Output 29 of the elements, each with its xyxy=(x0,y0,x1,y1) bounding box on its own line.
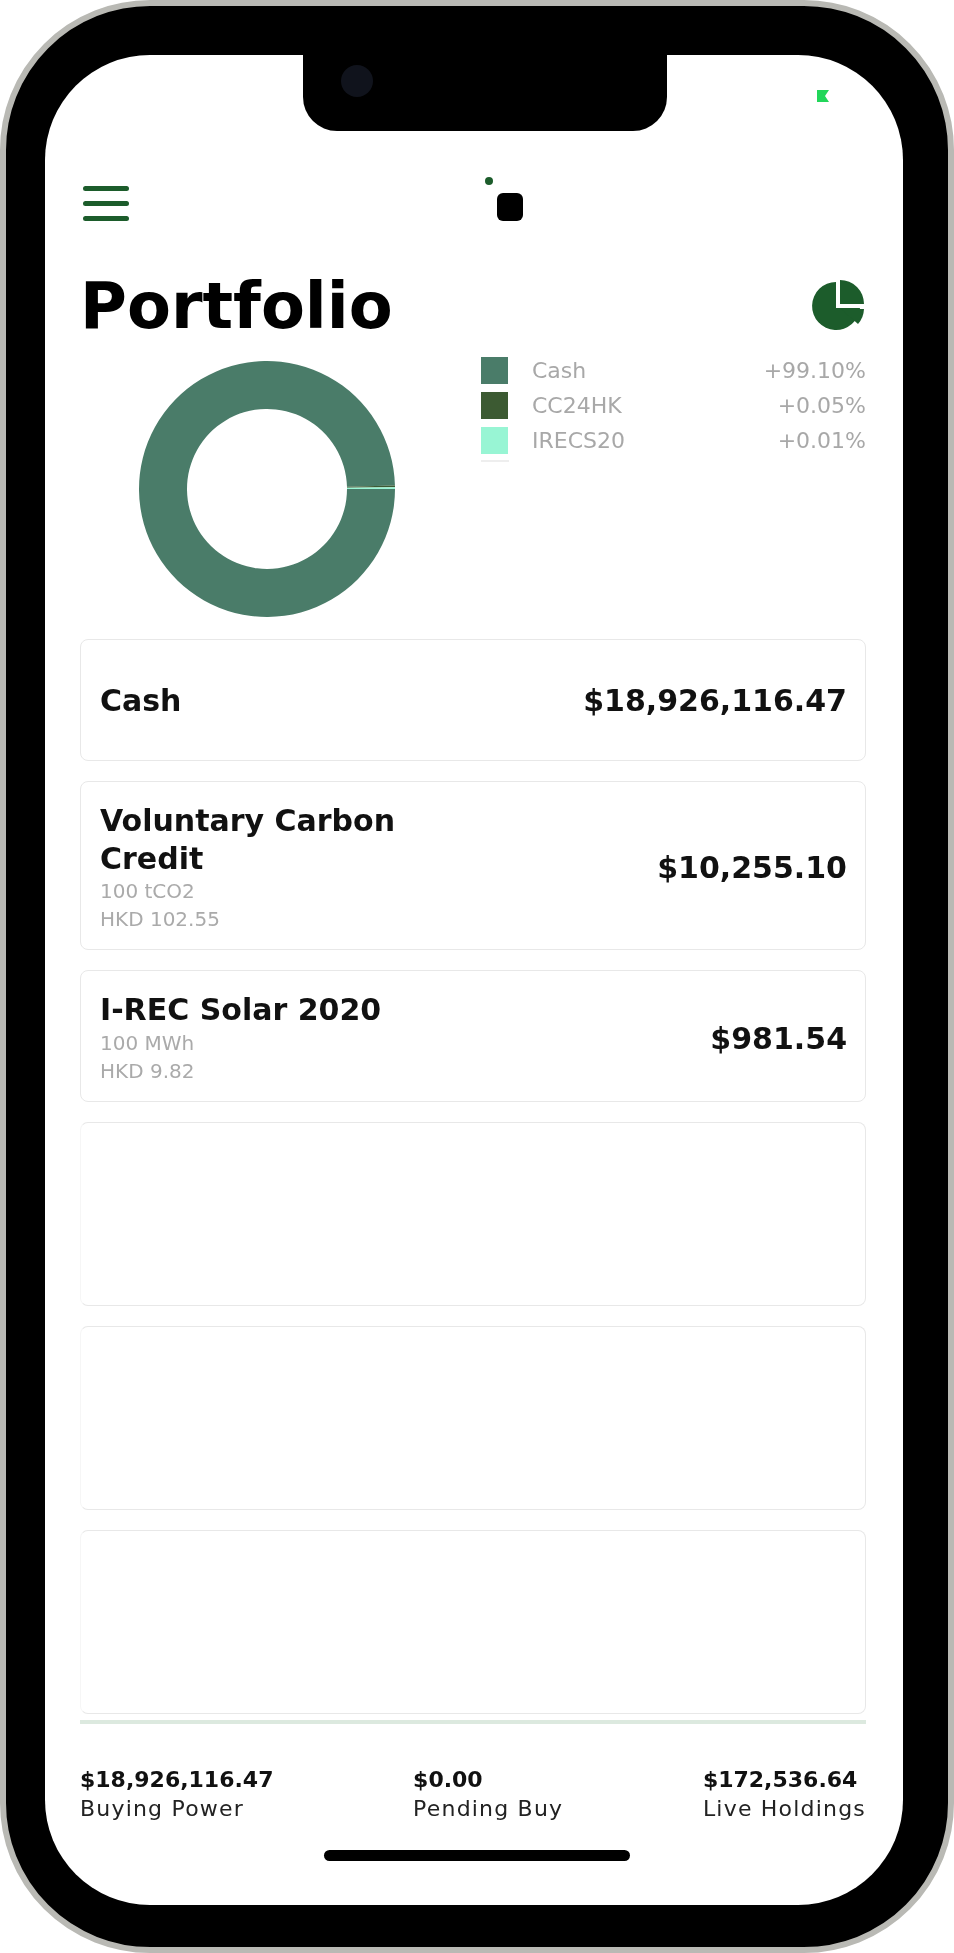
legend-value: +0.01% xyxy=(777,428,866,454)
summary-label: Live Holdings xyxy=(702,1795,866,1821)
summary-amount: $0.00 xyxy=(413,1766,484,1792)
legend-label: CC24HK xyxy=(532,393,623,419)
holding-quantity: 100 tCO2 xyxy=(100,878,196,906)
holding-name: Cash xyxy=(100,681,182,720)
holding-card[interactable]: Cash $18,926,116.47 xyxy=(80,639,866,762)
legend-label: IRECS20 xyxy=(532,428,626,454)
holding-value: $10,255.10 xyxy=(657,850,847,886)
holding-card[interactable]: I-REC Solar 2020 100 MWh HKD 9.82 $981.54 xyxy=(80,970,866,1102)
legend-label: Cash xyxy=(532,358,588,384)
holding-name: I-REC Solar 2020 xyxy=(100,991,382,1029)
camera-icon xyxy=(341,65,373,97)
summary-amount: $172,536.64 xyxy=(702,1766,859,1792)
summary-amount: $18,926,116.47 xyxy=(80,1766,274,1792)
holding-value: $18,926,116.47 xyxy=(583,682,847,718)
holding-card[interactable]: Voluntary Carbon Credit 100 tCO2 HKD 102.55 $10,255.10 xyxy=(80,781,866,951)
holding-price: HKD 9.82 xyxy=(100,1057,196,1085)
menu-icon[interactable] xyxy=(83,184,129,224)
holding-value: $981.54 xyxy=(710,1020,847,1056)
logo-icon xyxy=(485,177,525,223)
holding-price: HKD 102.55 xyxy=(100,906,221,934)
summary-label: Buying Power xyxy=(80,1795,245,1821)
legend-value: +99.10% xyxy=(763,358,866,384)
legend-value: +0.05% xyxy=(777,393,866,419)
page-title: Portfolio xyxy=(80,271,393,342)
holding-quantity: 100 MWh xyxy=(100,1029,196,1057)
summary-label: Pending Buy xyxy=(413,1795,564,1821)
holding-name: Voluntary Carbon Credit xyxy=(100,802,397,878)
